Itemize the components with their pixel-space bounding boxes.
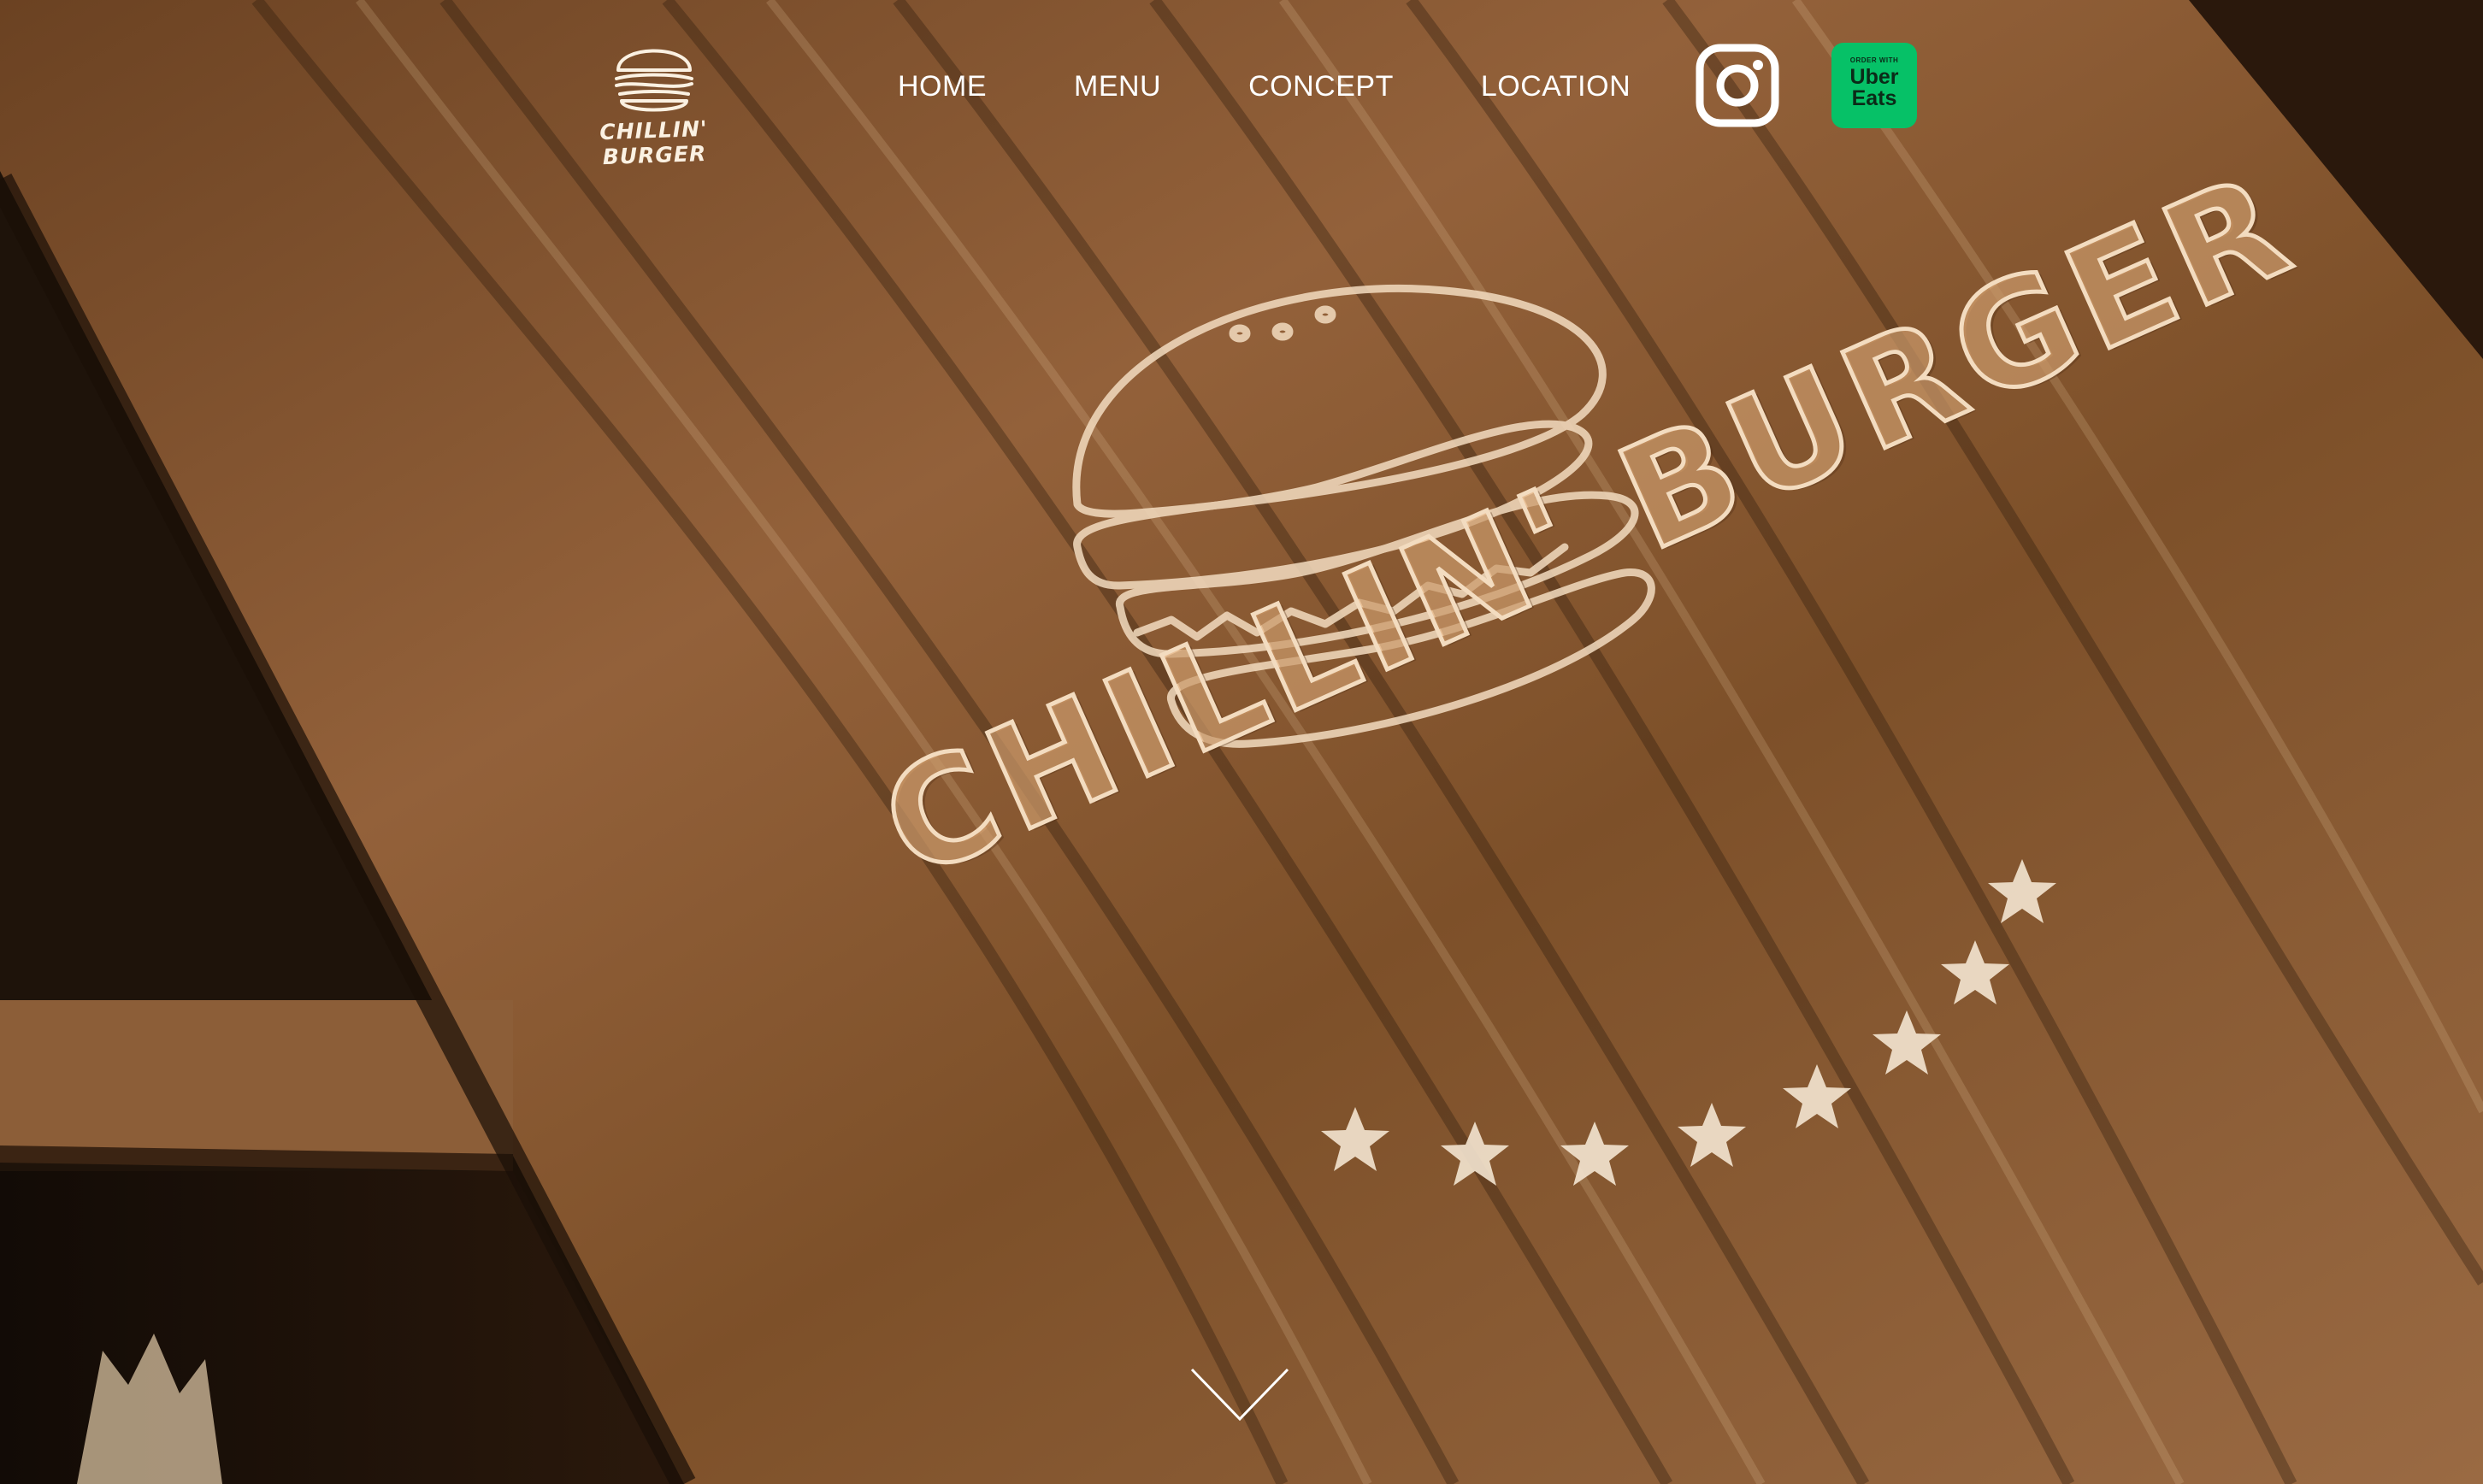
uber-eats-line1: Uber <box>1849 65 1899 89</box>
hero-page: CHILLIN' BURGER HOME MENU CONCEPT LOCATI… <box>0 0 2483 1484</box>
burger-icon <box>615 49 693 112</box>
uber-eats-line2: Eats <box>1851 86 1897 110</box>
stars-arc <box>1321 859 2056 1186</box>
instagram-icon <box>1696 44 1779 127</box>
uber-eats-label: Uber Eats <box>1831 67 1917 109</box>
nav-location[interactable]: LOCATION <box>1481 70 1631 103</box>
nav-concept[interactable]: CONCEPT <box>1248 70 1394 103</box>
nav-home[interactable]: HOME <box>898 70 987 103</box>
star-icon <box>1560 1122 1629 1186</box>
star-icon <box>1873 1010 1941 1075</box>
instagram-link[interactable] <box>1695 43 1780 128</box>
brand-name: CHILLIN' BURGER <box>599 115 709 170</box>
nav-menu[interactable]: MENU <box>1074 70 1161 103</box>
uber-eats-link[interactable]: ORDER WITH Uber Eats <box>1831 43 1917 128</box>
uber-eats-small-label: ORDER WITH <box>1849 56 1899 64</box>
main-nav: HOME MENU CONCEPT LOCATION <box>898 65 1631 108</box>
star-icon <box>1988 859 2056 923</box>
star-icon <box>1678 1103 1746 1167</box>
star-icon <box>1441 1122 1509 1186</box>
star-icon <box>1783 1064 1851 1128</box>
star-icon <box>1941 940 2009 1004</box>
site-header: CHILLIN' BURGER HOME MENU CONCEPT LOCATI… <box>0 0 2483 171</box>
brand-logo[interactable]: CHILLIN' BURGER <box>560 36 748 169</box>
star-icon <box>1321 1107 1389 1171</box>
chevron-down-icon[interactable] <box>1188 1366 1291 1426</box>
